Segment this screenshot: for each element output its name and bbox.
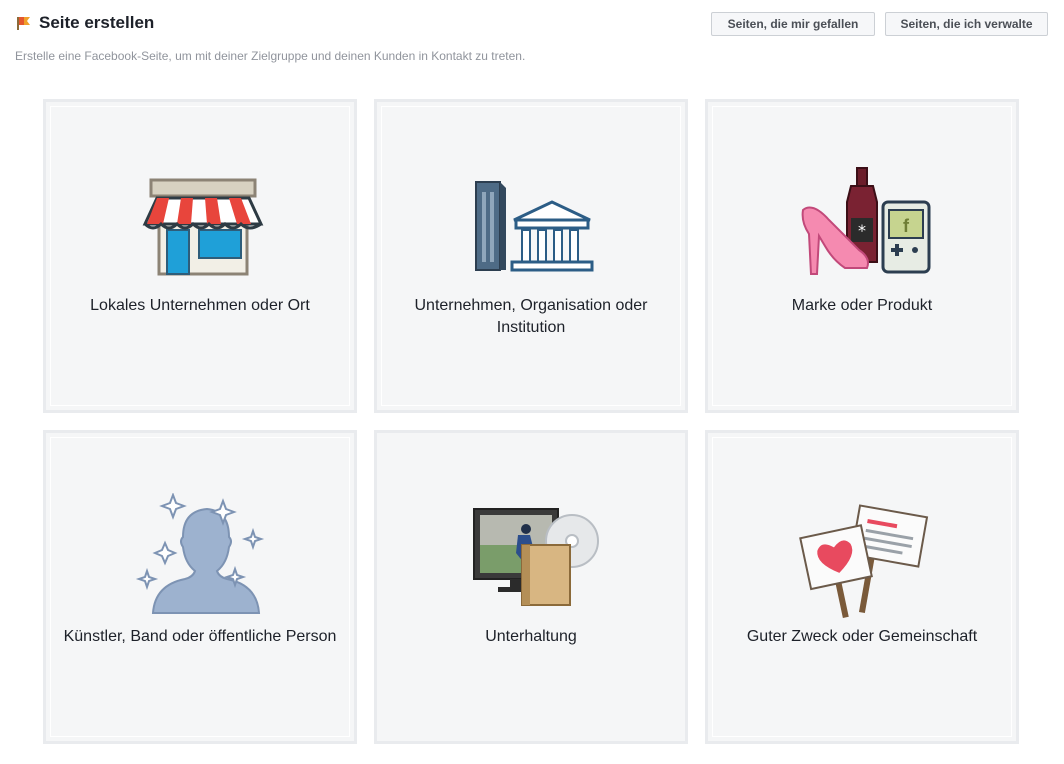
category-tile-company[interactable]: Unternehmen, Organisation oder Instituti… (374, 99, 688, 413)
liked-pages-button[interactable]: Seiten, die mir gefallen (711, 12, 875, 36)
buildings-icon (454, 162, 614, 287)
category-label: Künstler, Band oder öffentliche Person (63, 628, 337, 645)
products-icon: * f (785, 162, 945, 287)
category-tile-local-business[interactable]: Lokales Unternehmen oder Ort (43, 99, 357, 413)
category-label: Guter Zweck oder Gemeinschaft (746, 628, 978, 645)
category-label: Lokales Unternehmen oder Ort (90, 297, 310, 314)
cause-signs-icon (785, 493, 945, 618)
page-title: Seite erstellen (39, 13, 155, 32)
storefront-icon (123, 162, 283, 287)
category-label: Unternehmen, Organisation oder Instituti… (414, 297, 648, 336)
entertainment-icon (454, 493, 614, 618)
public-figure-icon (123, 493, 283, 618)
category-tile-public-figure[interactable]: Künstler, Band oder öffentliche Person (43, 430, 357, 744)
flag-icon (15, 14, 33, 32)
svg-text:*: * (858, 221, 866, 240)
svg-text:f: f (903, 216, 910, 236)
category-label: Marke oder Produkt (791, 297, 933, 314)
page-subtitle: Erstelle eine Facebook-Seite, um mit dei… (15, 49, 526, 63)
category-tile-brand-product[interactable]: * f Marke oder Produkt (705, 99, 1019, 413)
category-tile-cause-community[interactable]: Guter Zweck oder Gemeinschaft (705, 430, 1019, 744)
category-label: Unterhaltung (485, 628, 577, 645)
managed-pages-button[interactable]: Seiten, die ich verwalte (885, 12, 1048, 36)
category-tile-entertainment[interactable]: Unterhaltung (374, 430, 688, 744)
